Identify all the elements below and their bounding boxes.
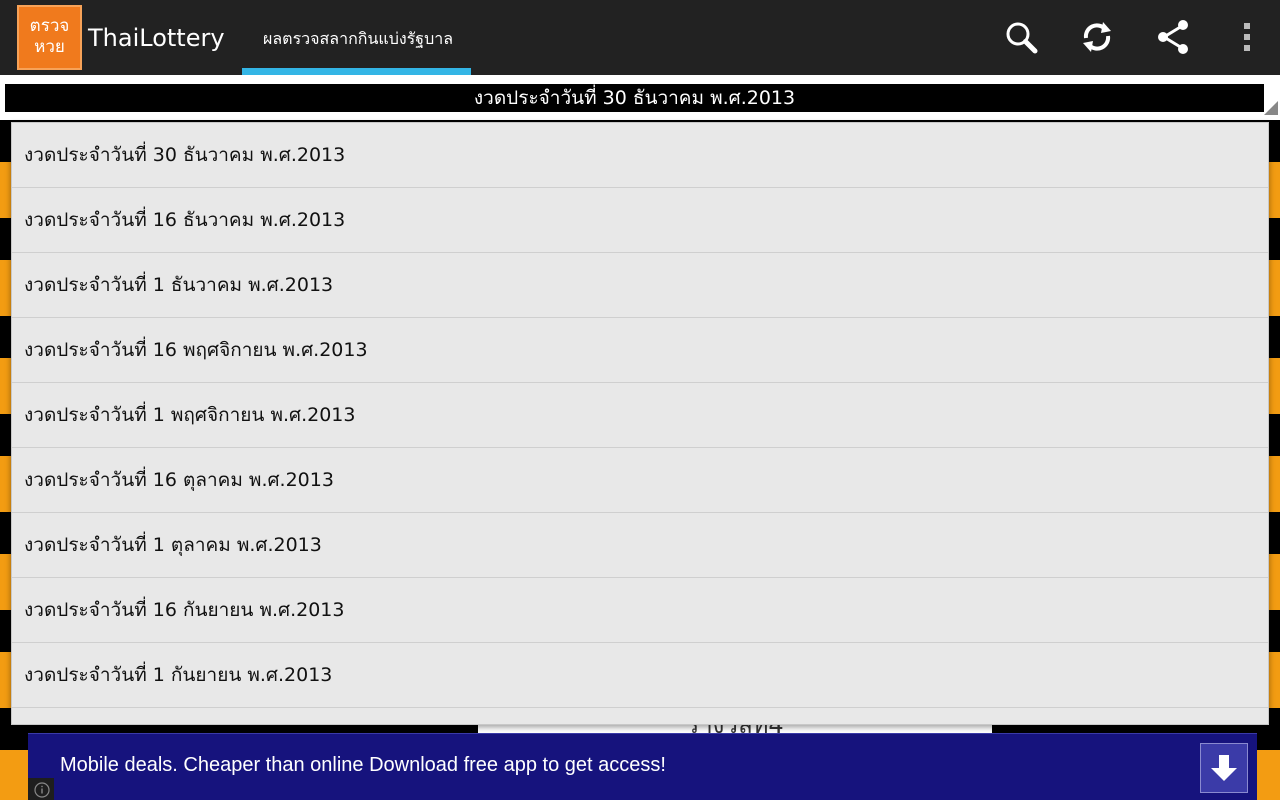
ad-text: Mobile deals. Cheaper than online Downlo… [60,754,666,776]
ad-download-button[interactable] [1200,743,1248,793]
overflow-menu-icon [1244,23,1250,51]
list-item-label: งวดประจำวันที่ 16 กันยายน พ.ศ.2013 [24,599,345,621]
app-logo[interactable]: ตรวจ หวย [17,5,82,70]
list-item[interactable]: งวดประจำวันที่ 16 ตุลาคม พ.ศ.2013 [12,448,1268,513]
search-icon [1006,22,1038,54]
list-item[interactable]: งวดประจำวันที่ 1 ตุลาคม พ.ศ.2013 [12,513,1268,578]
action-bar: ตรวจ หวย ThaiLottery ผลตรวจสลากกินแบ่งรั… [0,0,1280,75]
refresh-button[interactable] [1076,16,1118,58]
ad-banner[interactable]: Mobile deals. Cheaper than online Downlo… [28,733,1257,800]
tab-label: ผลตรวจสลากกินแบ่งรัฐบาล [263,29,454,48]
list-item-label: งวดประจำวันที่ 1 กันยายน พ.ศ.2013 [24,664,333,686]
list-item-label: งวดประจำวันที่ 16 ธันวาคม พ.ศ.2013 [24,209,346,231]
overflow-menu-button[interactable] [1226,16,1268,58]
draw-date-spinner[interactable]: งวดประจำวันที่ 30 ธันวาคม พ.ศ.2013 [5,84,1264,112]
spinner-corner-indicator [1264,101,1278,115]
list-item[interactable]: งวดประจำวันที่ 16 พฤศจิกายน พ.ศ.2013 [12,318,1268,383]
list-item-label: งวดประจำวันที่ 1 ธันวาคม พ.ศ.2013 [24,274,334,296]
tab-lottery-results[interactable]: ผลตรวจสลากกินแบ่งรัฐบาล [242,0,471,75]
ad-info-button[interactable] [28,778,54,800]
list-item-label: งวดประจำวันที่ 16 ตุลาคม พ.ศ.2013 [24,469,334,491]
draw-date-dropdown: งวดประจำวันที่ 30 ธันวาคม พ.ศ.2013 งวดปร… [11,122,1269,725]
app-logo-line1: ตรวจ [29,16,70,36]
list-item[interactable]: งวดประจำวันที่ 30 ธันวาคม พ.ศ.2013 [12,123,1268,188]
refresh-icon [1083,22,1111,52]
app-title: ThaiLottery [88,24,225,52]
list-item[interactable]: งวดประจำวันที่ 1 กันยายน พ.ศ.2013 [12,643,1268,708]
search-button[interactable] [1000,16,1042,58]
share-button[interactable] [1152,16,1194,58]
list-item[interactable]: งวดประจำวันที่ 1 ธันวาคม พ.ศ.2013 [12,253,1268,318]
tab-selected-indicator [242,68,471,75]
download-arrow-icon [1211,755,1237,781]
app-logo-line2: หวย [34,37,65,57]
list-item-label: งวดประจำวันที่ 16 พฤศจิกายน พ.ศ.2013 [24,339,368,361]
list-item-label: งวดประจำวันที่ 30 ธันวาคม พ.ศ.2013 [24,144,346,166]
list-item[interactable]: งวดประจำวันที่ 16 กันยายน พ.ศ.2013 [12,578,1268,643]
list-item[interactable]: งวดประจำวันที่ 1 พฤศจิกายน พ.ศ.2013 [12,383,1268,448]
list-item-label: งวดประจำวันที่ 1 พฤศจิกายน พ.ศ.2013 [24,404,356,426]
list-item[interactable]: งวดประจำวันที่ 16 ธันวาคม พ.ศ.2013 [12,188,1268,253]
share-icon [1158,20,1188,54]
list-item-label: งวดประจำวันที่ 1 ตุลาคม พ.ศ.2013 [24,534,322,556]
info-icon [34,782,50,798]
